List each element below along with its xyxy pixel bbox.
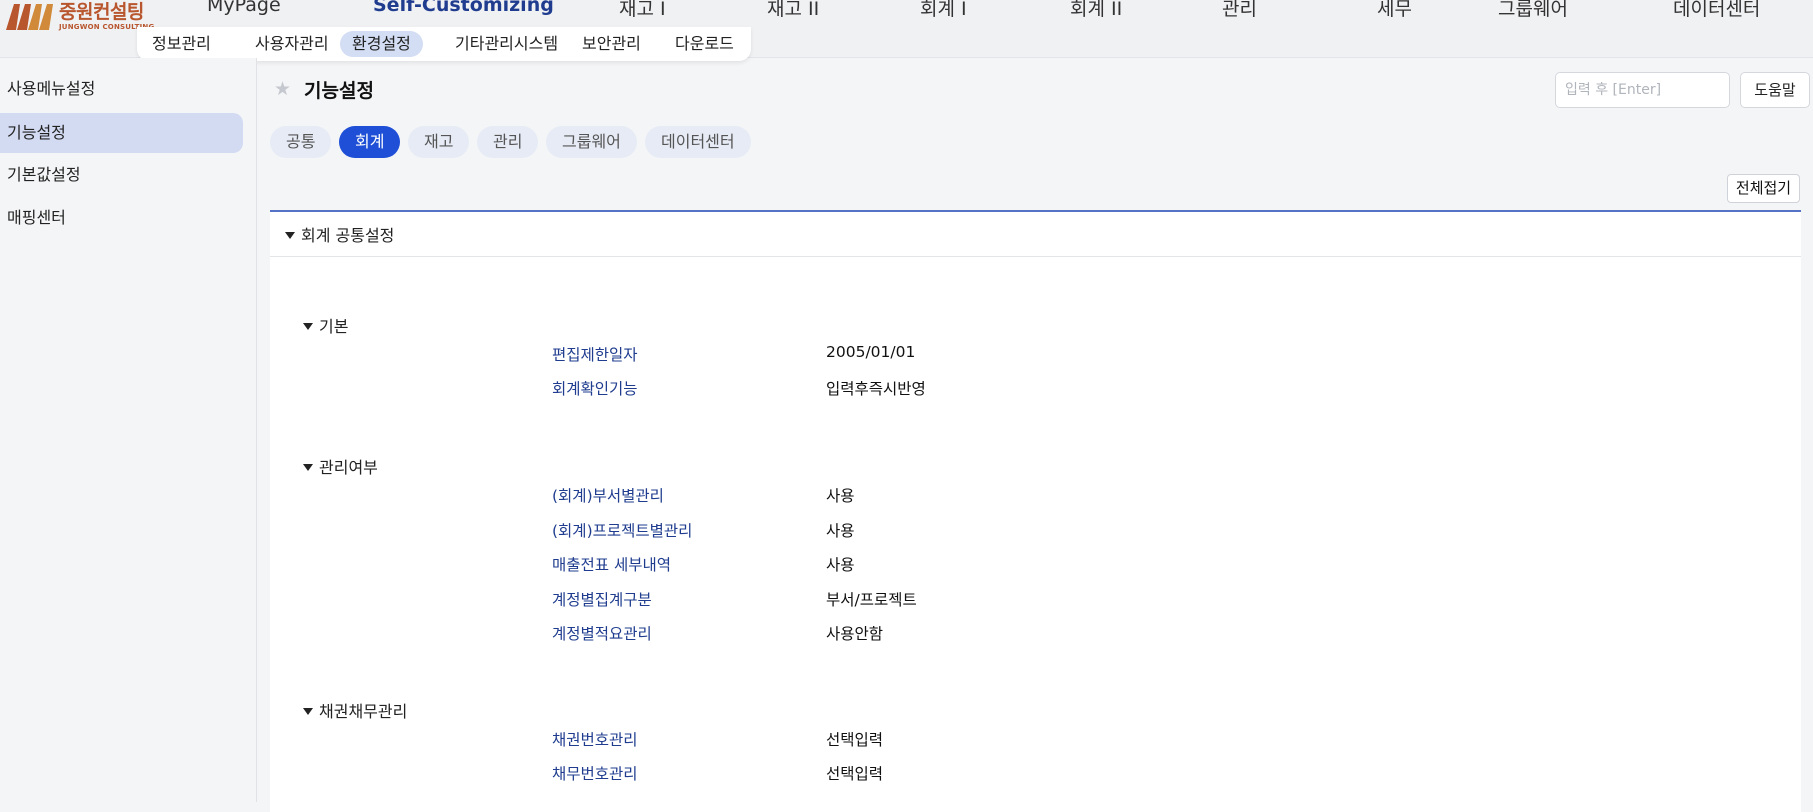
tab-inventory[interactable]: 재고 [408, 126, 470, 158]
sidebar: 사용메뉴설정 기능설정 기본값설정 매핑센터 [0, 58, 257, 802]
main-menu-datacenter[interactable]: 데이터센터 [1673, 0, 1760, 21]
main-menu-self-customizing[interactable]: Self-Customizing [373, 0, 554, 16]
group-title-management[interactable]: 관리여부 [303, 454, 378, 478]
group-title-text: 기본 [319, 317, 349, 336]
caret-down-icon [303, 463, 313, 471]
sub-menu-other-systems[interactable]: 기타관리시스템 [443, 31, 570, 57]
group-title-receivables-payables[interactable]: 채권채무관리 [303, 698, 407, 722]
sub-menu-download[interactable]: 다운로드 [663, 31, 746, 57]
panel-header[interactable]: 회계 공통설정 [270, 212, 1801, 257]
caret-down-icon [303, 707, 313, 715]
setting-value[interactable]: 사용 [826, 519, 855, 541]
sidebar-item-default-settings[interactable]: 기본값설정 [0, 155, 243, 195]
tab-datacenter[interactable]: 데이터센터 [645, 126, 751, 158]
main-menu: MyPage Self-Customizing 재고 I 재고 II 회계 I … [0, 0, 1813, 21]
collapse-all-button[interactable]: 전체접기 [1727, 174, 1800, 203]
setting-label[interactable]: 매출전표 세부내역 [552, 553, 671, 575]
main-menu-inventory-2[interactable]: 재고 II [767, 0, 819, 21]
panel-title[interactable]: 회계 공통설정 [285, 222, 394, 246]
sidebar-item-mapping-center[interactable]: 매핑센터 [0, 198, 243, 238]
setting-value[interactable]: 2005/01/01 [826, 343, 915, 361]
settings-panel: 회계 공통설정 기본 편집제한일자 2005/01/01 회계확인기능 입력후즉… [270, 210, 1801, 812]
sub-menu-user-management[interactable]: 사용자관리 [243, 31, 341, 57]
setting-label[interactable]: 계정별집계구분 [552, 588, 652, 610]
setting-value[interactable]: 입력후즉시반영 [826, 377, 926, 399]
setting-value[interactable]: 선택입력 [826, 762, 883, 784]
main-menu-inventory-1[interactable]: 재고 I [619, 0, 666, 21]
setting-label[interactable]: 계정별적요관리 [552, 622, 652, 644]
setting-label[interactable]: (회계)부서별관리 [552, 484, 664, 506]
tab-accounting[interactable]: 회계 [339, 126, 401, 158]
help-button[interactable]: 도움말 [1740, 72, 1810, 108]
setting-label[interactable]: 회계확인기능 [552, 377, 638, 399]
caret-down-icon [285, 231, 295, 239]
setting-label[interactable]: 채권번호관리 [552, 728, 638, 750]
main-menu-accounting-2[interactable]: 회계 II [1070, 0, 1122, 21]
page-title: 기능설정 [304, 80, 374, 102]
sub-menu: 정보관리 사용자관리 환경설정 기타관리시스템 보안관리 다운로드 [137, 27, 751, 61]
caret-down-icon [303, 322, 313, 330]
tab-groupware[interactable]: 그룹웨어 [546, 126, 637, 158]
group-title-text: 관리여부 [319, 458, 378, 477]
main-menu-management[interactable]: 관리 [1222, 0, 1257, 21]
setting-value[interactable]: 사용안함 [826, 622, 883, 644]
setting-value[interactable]: 선택입력 [826, 728, 883, 750]
setting-value[interactable]: 사용 [826, 553, 855, 575]
setting-value[interactable]: 사용 [826, 484, 855, 506]
search-input[interactable] [1555, 72, 1730, 108]
main-content: ★ 기능설정 도움말 공통 회계 재고 관리 그룹웨어 데이터센터 전체접기 회… [257, 58, 1813, 812]
panel-title-text: 회계 공통설정 [301, 226, 395, 245]
main-menu-tax[interactable]: 세무 [1377, 0, 1412, 21]
main-menu-mypage[interactable]: MyPage [207, 0, 281, 16]
tab-management[interactable]: 관리 [477, 126, 539, 158]
top-navigation-bar: 중원컨설팅 JUNGWON CONSULTING MyPage Self-Cus… [0, 0, 1813, 61]
sub-menu-info-management[interactable]: 정보관리 [140, 31, 223, 57]
tab-common[interactable]: 공통 [270, 126, 332, 158]
setting-label[interactable]: (회계)프로젝트별관리 [552, 519, 692, 541]
group-title-basic[interactable]: 기본 [303, 313, 348, 337]
sidebar-item-function-settings[interactable]: 기능설정 [0, 113, 243, 153]
sub-menu-environment-settings[interactable]: 환경설정 [340, 31, 423, 57]
setting-label[interactable]: 편집제한일자 [552, 343, 638, 365]
group-title-text: 채권채무관리 [319, 702, 408, 721]
sidebar-item-menu-settings[interactable]: 사용메뉴설정 [0, 69, 243, 109]
favorite-star-icon[interactable]: ★ [274, 78, 291, 100]
setting-label[interactable]: 채무번호관리 [552, 762, 638, 784]
main-menu-groupware[interactable]: 그룹웨어 [1498, 0, 1568, 21]
setting-value[interactable]: 부서/프로젝트 [826, 588, 917, 610]
main-menu-accounting-1[interactable]: 회계 I [920, 0, 967, 21]
sub-menu-security[interactable]: 보안관리 [570, 31, 653, 57]
